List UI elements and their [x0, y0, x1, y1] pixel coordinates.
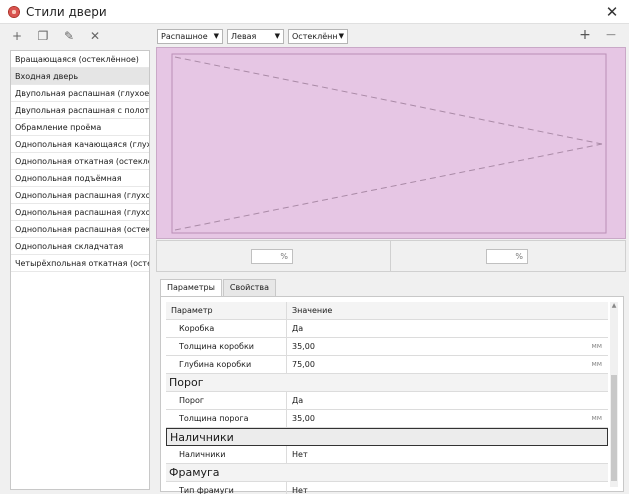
row-label: Порог: [166, 392, 287, 409]
list-item[interactable]: Однопольная складчатая: [11, 238, 149, 255]
list-item[interactable]: Вращающаяся (остеклённое): [11, 51, 149, 68]
property-grid-panel: Параметр Значение Коробка Да Толщина кор…: [160, 296, 624, 494]
unit-label: мм: [591, 414, 602, 422]
add-style-button[interactable]: +: [8, 27, 26, 45]
table-row[interactable]: Коробка Да: [166, 320, 608, 338]
list-item[interactable]: Однопольная распашная (глухое т: [11, 204, 149, 221]
row-label: Тип фрамуги: [166, 482, 287, 494]
list-item[interactable]: Четырёхпольная откатная (остекл: [11, 255, 149, 272]
remove-button[interactable]: −: [604, 27, 618, 43]
right-percent-field[interactable]: %: [486, 249, 528, 264]
edit-style-button[interactable]: ✎: [60, 27, 78, 45]
tab-bar: Параметры Свойства: [160, 279, 277, 296]
title-bar: Стили двери ✕: [0, 0, 629, 24]
door-preview-drawing: [171, 53, 607, 234]
group-casings[interactable]: Наличники: [166, 428, 608, 446]
list-item[interactable]: Двупольная распашная (глухое): [11, 85, 149, 102]
opening-type-value: Распашное: [161, 32, 208, 41]
row-label: Глубина коробки: [166, 356, 287, 373]
divider: [390, 241, 391, 271]
table-row[interactable]: Глубина коробки 75,00 мм: [166, 356, 608, 374]
value-text: Нет: [292, 450, 308, 459]
delete-style-button[interactable]: ✕: [86, 27, 104, 45]
value-text: Да: [292, 324, 304, 333]
list-item[interactable]: Однопольная подъёмная: [11, 170, 149, 187]
row-value[interactable]: 75,00 мм: [287, 356, 608, 373]
close-button[interactable]: ✕: [603, 3, 621, 21]
scroll-thumb[interactable]: [611, 375, 617, 481]
row-value[interactable]: Нет: [287, 482, 608, 494]
list-item[interactable]: Однопольная качающаяся (глухое: [11, 136, 149, 153]
tab-parameters[interactable]: Параметры: [160, 279, 222, 296]
list-item[interactable]: Однопольная откатная (остеклённ: [11, 153, 149, 170]
app-logo-icon: [8, 5, 20, 18]
tab-properties[interactable]: Свойства: [222, 279, 276, 296]
group-transom[interactable]: Фрамуга: [166, 464, 608, 482]
group-threshold[interactable]: Порог: [166, 374, 608, 392]
value-text: 35,00: [292, 414, 315, 423]
table-row[interactable]: Наличники Нет: [166, 446, 608, 464]
opening-type-select[interactable]: Распашное ▼: [157, 29, 223, 44]
row-value[interactable]: Да: [287, 392, 608, 409]
value-text: 75,00: [292, 360, 315, 369]
row-label: Наличники: [166, 446, 287, 463]
fill-select[interactable]: Остеклённ ▼: [288, 29, 348, 44]
copy-style-button[interactable]: ❐: [34, 27, 52, 45]
value-text: 35,00: [292, 342, 315, 351]
unit-label: мм: [591, 342, 602, 350]
swing-line-bottom: [174, 143, 603, 231]
unit-label: мм: [591, 360, 602, 368]
styles-toolbar: + ❐ ✎ ✕: [0, 25, 152, 47]
grid-header: Параметр Значение: [166, 302, 608, 320]
value-text: Нет: [292, 486, 308, 494]
row-label: Толщина коробки: [166, 338, 287, 355]
list-item[interactable]: Двупольная распашная с полотна: [11, 102, 149, 119]
value-text: Да: [292, 396, 304, 405]
list-item-selected[interactable]: Входная дверь: [11, 68, 149, 85]
chevron-down-icon: ▼: [274, 32, 280, 40]
door-frame-outline: [171, 53, 607, 234]
chevron-down-icon: ▼: [213, 32, 219, 40]
window-title: Стили двери: [26, 4, 107, 19]
table-row[interactable]: Порог Да: [166, 392, 608, 410]
hand-value: Левая: [231, 32, 257, 41]
property-grid: Параметр Значение Коробка Да Толщина кор…: [166, 302, 608, 494]
list-item[interactable]: Однопольная распашная (остекле: [11, 221, 149, 238]
row-value[interactable]: Нет: [287, 446, 608, 463]
row-value[interactable]: 35,00 мм: [287, 410, 608, 427]
row-value[interactable]: Да: [287, 320, 608, 337]
list-item[interactable]: Однопольная распашная (глухое с: [11, 187, 149, 204]
header-param: Параметр: [166, 302, 287, 319]
table-row[interactable]: Тип фрамуги Нет: [166, 482, 608, 494]
scroll-up-icon[interactable]: ▲: [610, 302, 618, 310]
percent-fields-row: % %: [156, 240, 626, 272]
row-label: Коробка: [166, 320, 287, 337]
vertical-scrollbar[interactable]: ▲: [610, 302, 618, 487]
row-value[interactable]: 35,00 мм: [287, 338, 608, 355]
hand-select[interactable]: Левая ▼: [227, 29, 284, 44]
door-preview: [156, 47, 626, 239]
list-item[interactable]: Обрамление проёма: [11, 119, 149, 136]
door-styles-list: Вращающаяся (остеклённое) Входная дверь …: [10, 50, 150, 490]
table-row[interactable]: Толщина порога 35,00 мм: [166, 410, 608, 428]
swing-line-top: [174, 56, 603, 145]
fill-value: Остеклённ: [292, 32, 338, 41]
row-label: Толщина порога: [166, 410, 287, 427]
left-percent-field[interactable]: %: [251, 249, 293, 264]
chevron-down-icon: ▼: [338, 32, 344, 40]
add-button[interactable]: +: [578, 27, 592, 43]
header-value: Значение: [292, 306, 333, 315]
table-row[interactable]: Толщина коробки 35,00 мм: [166, 338, 608, 356]
